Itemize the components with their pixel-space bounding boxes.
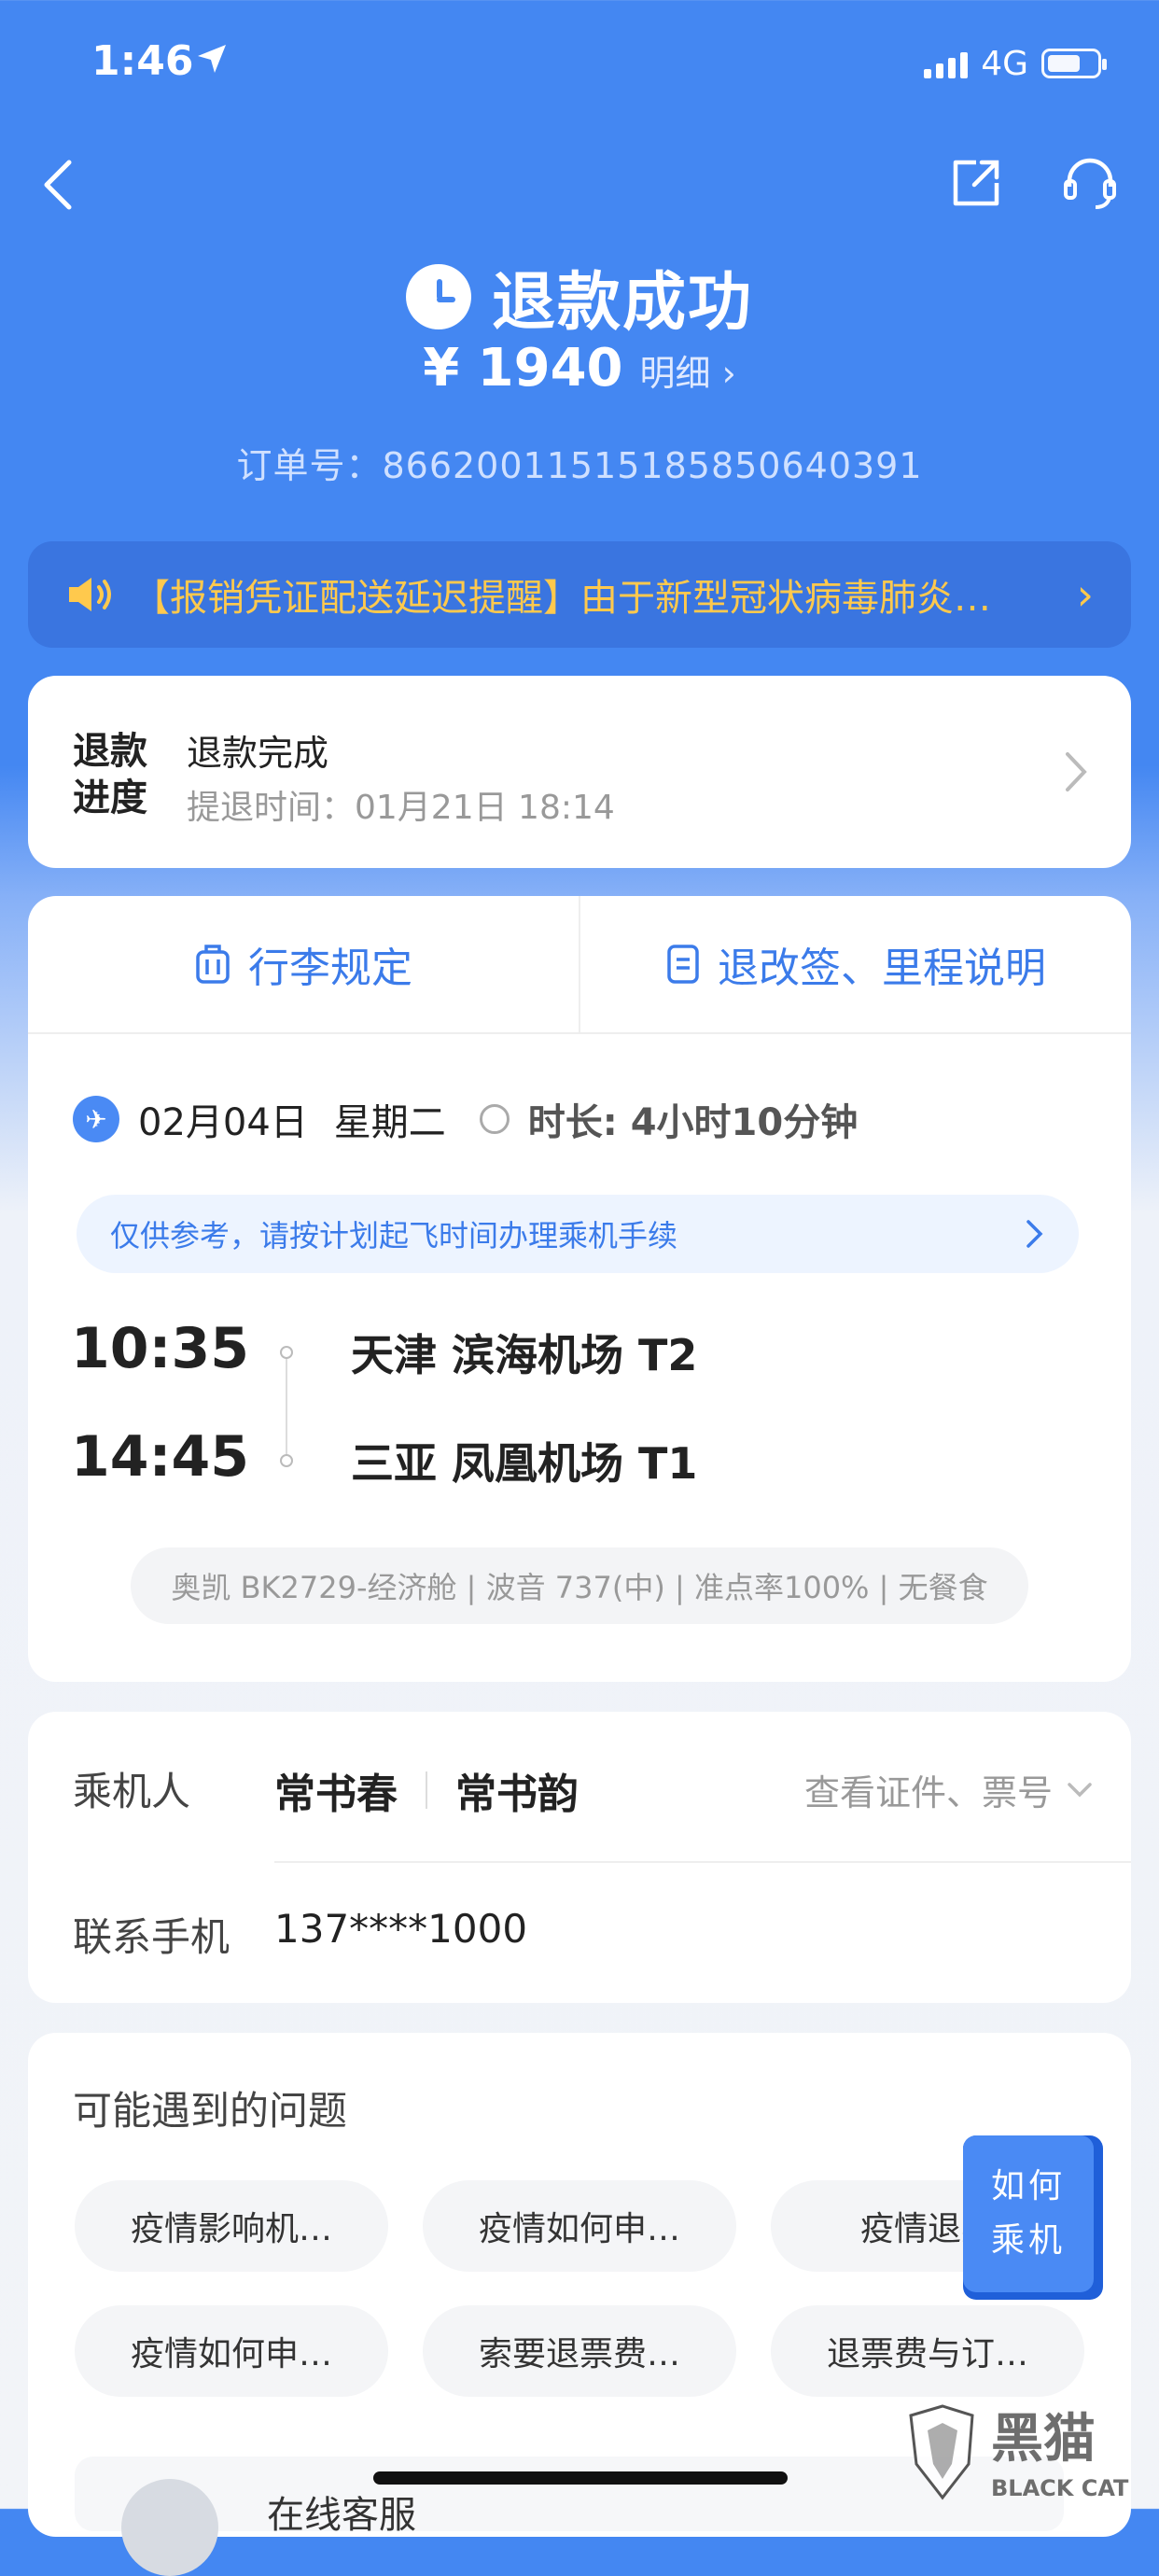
order-value: 86620011515185850640391 — [382, 445, 923, 486]
watermark-text: 黑猫 — [991, 2409, 1096, 2470]
signal-icon — [924, 49, 969, 78]
passenger-card: 乘机人 常书春 常书韵 查看证件、票号 联系手机 137****1000 — [28, 1712, 1131, 2003]
flight-card: 行李规定 退改签、里程说明 ✈ 02月04日 星期二 时长: 4小时10分钟 仅… — [28, 896, 1131, 1682]
plane-icon: ✈ — [73, 1096, 119, 1142]
notice-text: 【报销凭证配送延迟提醒】由于新型冠状病毒肺炎… — [133, 577, 991, 620]
passenger-label: 乘机人 — [73, 1769, 191, 1814]
share-icon[interactable] — [948, 155, 1004, 211]
departure-dot — [280, 1346, 293, 1359]
tab-baggage-label: 行李规定 — [248, 945, 412, 992]
flight-date: 02月04日 — [138, 1101, 308, 1144]
flight-tabs: 行李规定 退改签、里程说明 — [28, 896, 1131, 1034]
departure-airport: 天津 滨海机场 T2 — [351, 1330, 698, 1380]
faq-chip[interactable]: 疫情如何申… — [75, 2305, 388, 2397]
online-service-label: 在线客服 — [267, 2494, 416, 2537]
how-to-board-line2: 乘机 — [990, 2221, 1066, 2260]
chevron-right-icon — [1066, 752, 1087, 791]
order-label: 订单号： — [236, 445, 383, 486]
back-icon[interactable] — [37, 157, 78, 213]
refund-progress-card[interactable]: 退款 进度 退款完成 提退时间：01月21日 18:14 — [28, 676, 1131, 868]
phone-label: 联系手机 — [73, 1914, 230, 1960]
passenger-name: 常书春 — [274, 1771, 398, 1818]
arrival-airport: 三亚 凤凰机场 T1 — [351, 1438, 698, 1489]
location-arrow-icon — [198, 45, 226, 73]
view-id-link[interactable]: 查看证件、票号 — [804, 1764, 1094, 1815]
status-time: 1:46 — [91, 37, 194, 85]
divider — [274, 1861, 1131, 1863]
watermark-logo: 黑猫 BLACK CAT — [905, 2399, 1159, 2509]
speaker-icon — [69, 578, 111, 611]
duration-clock-icon — [479, 1104, 510, 1134]
order-number: 订单号：86620011515185850640391 — [0, 437, 1159, 488]
view-id-label: 查看证件、票号 — [803, 1772, 1053, 1813]
refund-amount: ¥ 1940 — [423, 338, 623, 399]
tab-change-rules[interactable]: 退改签、里程说明 — [579, 896, 1131, 1032]
progress-status: 退款完成 — [187, 733, 329, 774]
tab-baggage-rules[interactable]: 行李规定 — [28, 896, 579, 1032]
how-to-board-button[interactable]: 如何 乘机 — [963, 2135, 1103, 2300]
progress-label-line1: 退款 — [73, 730, 147, 773]
luggage-icon — [196, 945, 230, 984]
flight-weekday: 星期二 — [333, 1101, 446, 1144]
watermark-sub: BLACK CAT — [991, 2475, 1129, 2501]
passenger-name: 常书韵 — [455, 1771, 579, 1818]
flight-duration: 时长: 4小时10分钟 — [527, 1101, 859, 1144]
arrival-dot — [280, 1454, 293, 1467]
flight-date-row: ✈ 02月04日 星期二 时长: 4小时10分钟 — [73, 1092, 858, 1146]
arrival-time: 14:45 — [71, 1424, 249, 1490]
progress-label-line2: 进度 — [73, 777, 147, 819]
refund-amount-row: ¥ 1940 明细 › — [0, 338, 1159, 399]
name-separator — [426, 1771, 427, 1809]
faq-chip[interactable]: 索要退票费… — [423, 2305, 736, 2397]
hint-text: 仅供参考，请按计划起飞时间办理乘机手续 — [110, 1218, 678, 1253]
departure-time: 10:35 — [71, 1316, 249, 1381]
notice-banner[interactable]: 【报销凭证配送延迟提醒】由于新型冠状病毒肺炎… › — [28, 541, 1131, 648]
status-right: 4G — [924, 44, 1107, 83]
route-line — [286, 1351, 287, 1456]
passenger-names: 常书春 常书韵 — [274, 1760, 579, 1820]
network-type: 4G — [981, 44, 1028, 83]
detail-link[interactable]: 明细 › — [640, 344, 736, 396]
contact-phone: 137****1000 — [274, 1906, 528, 1952]
refund-request-time: 提退时间：01月21日 18:14 — [187, 789, 615, 827]
home-indicator — [373, 2471, 788, 2485]
tab-change-label: 退改签、里程说明 — [718, 945, 1046, 992]
flight-info: 奥凯 BK2729-经济舱 | 波音 737(中) | 准点率100% | 无餐… — [131, 1547, 1028, 1624]
progress-label: 退款 进度 — [73, 728, 157, 821]
faq-chip[interactable]: 疫情影响机… — [75, 2180, 388, 2272]
chevron-down-icon — [1068, 1782, 1092, 1797]
avatar — [121, 2479, 218, 2576]
chevron-right-icon — [1026, 1220, 1043, 1248]
how-to-board-line1: 如何 — [990, 2167, 1066, 2205]
clock-icon — [405, 263, 471, 329]
refund-status-text: 退款成功 — [491, 266, 753, 340]
refund-title: 退款成功 — [0, 250, 1159, 343]
document-icon — [667, 945, 699, 984]
faq-chip[interactable]: 疫情如何申… — [423, 2180, 736, 2272]
faq-title: 可能遇到的问题 — [73, 2088, 348, 2134]
checkin-hint[interactable]: 仅供参考，请按计划起飞时间办理乘机手续 — [77, 1195, 1079, 1273]
faq-chip[interactable]: 退票费与订… — [771, 2305, 1084, 2397]
chevron-right-icon: › — [1076, 569, 1094, 620]
battery-icon — [1041, 49, 1107, 78]
customer-service-icon[interactable] — [1060, 153, 1120, 213]
